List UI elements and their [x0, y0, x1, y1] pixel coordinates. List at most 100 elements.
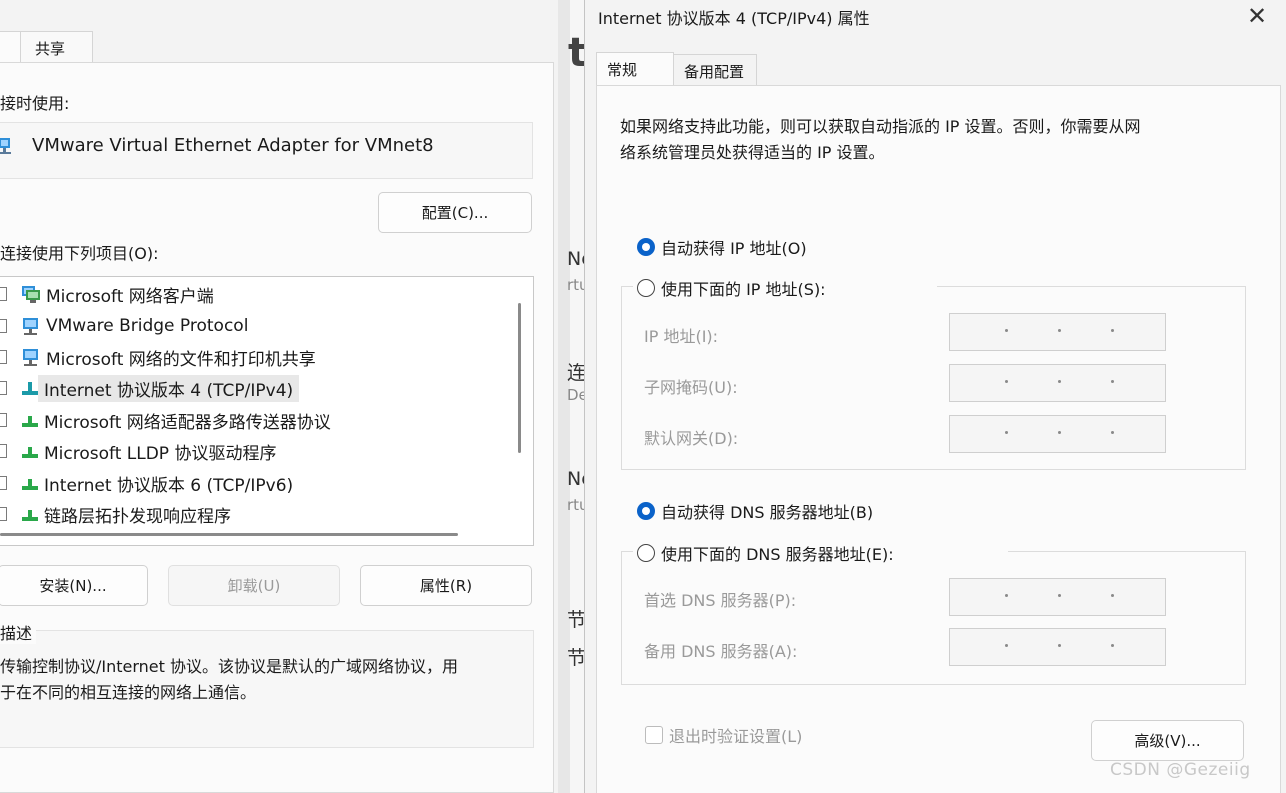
adapter-properties-dialog: 共享 接时使用: VMware Virtual Ethernet Adapter… — [0, 0, 558, 793]
close-icon[interactable]: ✕ — [1242, 2, 1272, 30]
adapter-name: VMware Virtual Ethernet Adapter for VMne… — [32, 135, 434, 156]
ip-dot — [1058, 431, 1061, 434]
uninstall-button[interactable]: 卸载(U) — [168, 565, 340, 606]
ip-dot — [1111, 594, 1114, 597]
item-label: Internet 协议版本 4 (TCP/IPv4) — [38, 374, 300, 402]
tab-general[interactable]: 常规 — [596, 52, 674, 87]
radio-unselected[interactable] — [637, 279, 655, 297]
alternate-dns-label: 备用 DNS 服务器(A): — [644, 642, 798, 661]
network-client-icon — [23, 318, 38, 335]
list-horizontal-scrollbar[interactable] — [0, 533, 458, 536]
ip-address-input[interactable] — [949, 313, 1166, 351]
radio-label: 自动获得 DNS 服务器地址(B) — [661, 503, 874, 522]
protocol-icon — [22, 479, 38, 490]
ip-dot — [1058, 594, 1061, 597]
ip-dot — [1111, 329, 1114, 332]
list-item[interactable]: Microsoft 网络的文件和打印机共享 — [0, 342, 316, 372]
protocol-icon — [22, 510, 38, 521]
network-client-icon — [23, 349, 38, 366]
radio-label: 使用下面的 IP 地址(S): — [661, 280, 826, 299]
list-item[interactable]: VMware Bridge Protocol — [0, 311, 248, 341]
ipv4-properties-dialog: Internet 协议版本 4 (TCP/IPv4) 属性 ✕ 常规 备用配置 … — [584, 0, 1286, 793]
item-checkbox[interactable] — [0, 476, 7, 490]
default-gateway-label: 默认网关(D): — [644, 429, 739, 448]
checkbox-label: 退出时验证设置(L) — [669, 727, 803, 746]
item-checkbox[interactable] — [0, 287, 7, 301]
preferred-dns-input[interactable] — [949, 578, 1166, 616]
item-label: Microsoft LLDP 协议驱动程序 — [44, 443, 277, 464]
protocol-icon — [22, 382, 38, 395]
description-text: 传输控制协议/Internet 协议。该协议是默认的广域网络协议，用 于在不同的… — [0, 654, 458, 706]
network-client-icon — [22, 286, 40, 303]
list-vertical-scrollbar[interactable] — [518, 303, 521, 453]
properties-button[interactable]: 属性(R) — [360, 565, 532, 606]
auto-ip-radio[interactable]: 自动获得 IP 地址(O) — [637, 235, 807, 259]
item-checkbox[interactable] — [0, 413, 7, 427]
watermark: CSDN @Gezeiig — [1110, 760, 1251, 780]
ip-address-label: IP 地址(I): — [644, 327, 719, 346]
install-button[interactable]: 安装(N)... — [0, 565, 148, 606]
radio-label: 自动获得 IP 地址(O) — [661, 239, 807, 258]
info-line: 如果网络支持此功能，则可以获取自动指派的 IP 设置。否则，你需要从网 — [620, 117, 1141, 136]
ip-dot — [1058, 380, 1061, 383]
ip-dot — [1111, 380, 1114, 383]
tab-sharing[interactable]: 共享 — [20, 31, 93, 63]
protocol-icon — [22, 416, 38, 427]
item-checkbox[interactable] — [0, 350, 7, 364]
subnet-mask-label: 子网掩码(U): — [644, 378, 738, 397]
components-list[interactable]: Microsoft 网络客户端 VMware Bridge Protocol M… — [0, 276, 534, 546]
ip-dot — [1005, 431, 1008, 434]
info-text: 如果网络支持此功能，则可以获取自动指派的 IP 设置。否则，你需要从网 络系统管… — [620, 114, 1260, 166]
item-label: Microsoft 网络的文件和打印机共享 — [46, 349, 316, 370]
ip-dot — [1005, 644, 1008, 647]
radio-selected[interactable] — [637, 502, 655, 520]
tab-alternate-configuration[interactable]: 备用配置 — [673, 54, 757, 86]
item-label: VMware Bridge Protocol — [46, 316, 249, 336]
configure-button[interactable]: 配置(C)... — [378, 192, 532, 233]
protocol-icon — [22, 447, 38, 458]
item-checkbox[interactable] — [0, 507, 7, 521]
subnet-mask-input[interactable] — [949, 364, 1166, 402]
item-checkbox[interactable] — [0, 319, 7, 333]
list-item[interactable]: Microsoft 网络适配器多路传送器协议 — [0, 405, 331, 435]
item-checkbox[interactable] — [0, 444, 7, 458]
list-item[interactable]: 链路层拓扑发现响应程序 — [0, 499, 231, 529]
list-item[interactable]: Microsoft LLDP 协议驱动程序 — [0, 436, 276, 466]
dialog-title: Internet 协议版本 4 (TCP/IPv4) 属性 — [598, 9, 870, 28]
item-label: Microsoft 网络客户端 — [46, 286, 214, 307]
checkbox-box[interactable] — [645, 726, 663, 744]
radio-label: 使用下面的 DNS 服务器地址(E): — [661, 545, 894, 564]
auto-dns-radio[interactable]: 自动获得 DNS 服务器地址(B) — [637, 499, 873, 523]
title-bar[interactable]: Internet 协议版本 4 (TCP/IPv4) 属性 ✕ — [585, 0, 1286, 36]
item-label: Internet 协议版本 6 (TCP/IPv6) — [44, 475, 294, 496]
items-label: 连接使用下列项目(O): — [0, 244, 159, 263]
radio-unselected[interactable] — [637, 544, 655, 562]
ip-dot — [1005, 380, 1008, 383]
ip-dot — [1111, 431, 1114, 434]
default-gateway-input[interactable] — [949, 415, 1166, 453]
network-adapter-icon — [0, 138, 11, 154]
preferred-dns-label: 首选 DNS 服务器(P): — [644, 591, 797, 610]
ip-dot — [1005, 329, 1008, 332]
connect-using-label: 接时使用: — [0, 94, 70, 113]
description-line: 传输控制协议/Internet 协议。该协议是默认的广域网络协议，用 — [0, 657, 459, 676]
manual-ip-radio[interactable]: 使用下面的 IP 地址(S): — [637, 276, 826, 300]
list-item-selected[interactable]: Internet 协议版本 4 (TCP/IPv4) — [0, 373, 300, 403]
manual-dns-radio[interactable]: 使用下面的 DNS 服务器地址(E): — [637, 541, 894, 565]
adapter-box: VMware Virtual Ethernet Adapter for VMne… — [0, 122, 533, 179]
description-label: 描述 — [0, 620, 37, 644]
advanced-button[interactable]: 高级(V)... — [1091, 720, 1244, 761]
tab-networking[interactable] — [0, 31, 21, 63]
radio-selected[interactable] — [637, 238, 655, 256]
alternate-dns-input[interactable] — [949, 628, 1166, 666]
ip-dot — [1058, 329, 1061, 332]
validate-on-exit-checkbox[interactable]: 退出时验证设置(L) — [645, 723, 802, 747]
ip-dot — [1005, 594, 1008, 597]
list-item[interactable]: Microsoft 网络客户端 — [0, 279, 214, 309]
list-item[interactable]: Internet 协议版本 6 (TCP/IPv6) — [0, 468, 293, 498]
item-checkbox[interactable] — [0, 381, 7, 395]
description-line: 于在不同的相互连接的网络上通信。 — [0, 683, 257, 702]
ip-dot — [1111, 644, 1114, 647]
info-line: 络系统管理员处获得适当的 IP 设置。 — [620, 143, 885, 162]
item-label: 链路层拓扑发现响应程序 — [44, 506, 231, 527]
